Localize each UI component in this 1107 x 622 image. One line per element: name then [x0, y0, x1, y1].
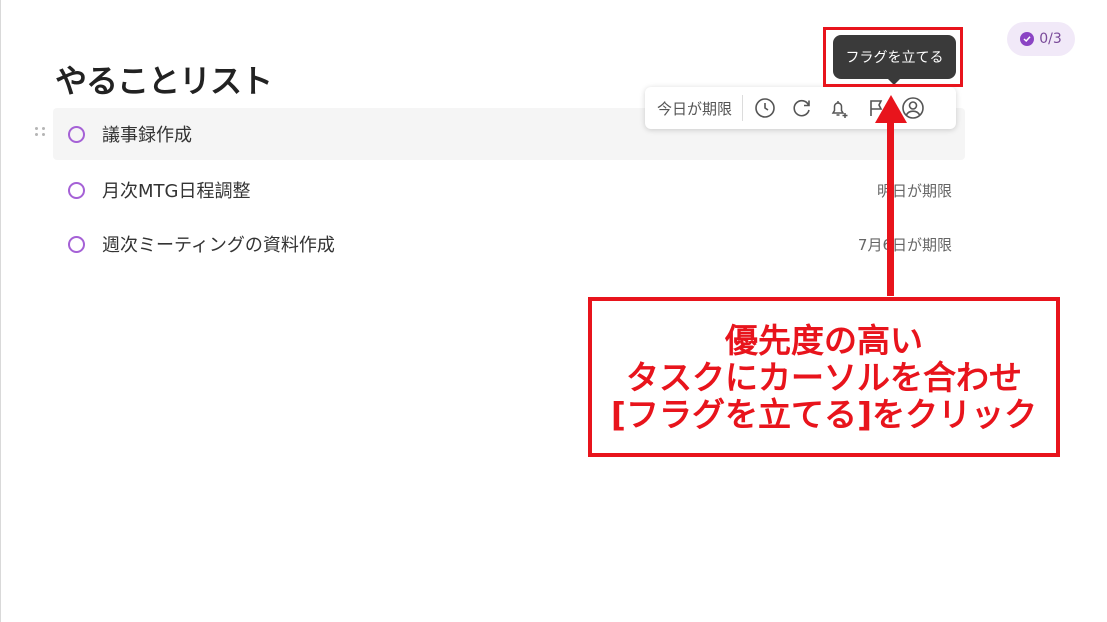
task-row[interactable]: 月次MTG日程調整 明日が期限 [53, 164, 965, 216]
bell-plus-icon[interactable] [820, 87, 857, 129]
annotation-line: 優先度の高い [725, 320, 923, 360]
task-due-date: 7月6日が期限 [857, 235, 952, 254]
clock-icon[interactable] [746, 87, 783, 129]
annotation-arrow-shaft [887, 118, 894, 296]
annotation-callout: 優先度の高い タスクにカーソルを合わせ [フラグを立てる]をクリック [588, 297, 1060, 457]
progress-badge[interactable]: 0/3 [1007, 22, 1075, 56]
annotation-line: [フラグを立てる]をクリック [610, 394, 1038, 434]
drag-handle-icon[interactable] [35, 127, 46, 136]
toolbar-divider [742, 95, 744, 121]
annotation-highlight-box [823, 27, 963, 87]
task-complete-checkbox[interactable] [68, 125, 85, 143]
check-circle-icon [1020, 32, 1035, 46]
progress-count: 0/3 [1039, 31, 1062, 47]
annotation-line: タスクにカーソルを合わせ [626, 357, 1022, 397]
task-label[interactable]: 月次MTG日程調整 [102, 177, 250, 203]
task-complete-checkbox[interactable] [68, 235, 85, 253]
task-label[interactable]: 週次ミーティングの資料作成 [102, 231, 335, 257]
repeat-icon[interactable] [783, 87, 820, 129]
due-today-button[interactable]: 今日が期限 [645, 98, 742, 119]
left-border [0, 0, 1, 622]
task-label[interactable]: 議事録作成 [102, 121, 192, 147]
task-hover-toolbar: 今日が期限 [645, 87, 956, 129]
task-complete-checkbox[interactable] [68, 181, 85, 199]
task-row[interactable]: 週次ミーティングの資料作成 7月6日が期限 [53, 218, 965, 270]
annotation-arrow-head [875, 95, 907, 123]
page-title: やることリスト [55, 62, 273, 100]
